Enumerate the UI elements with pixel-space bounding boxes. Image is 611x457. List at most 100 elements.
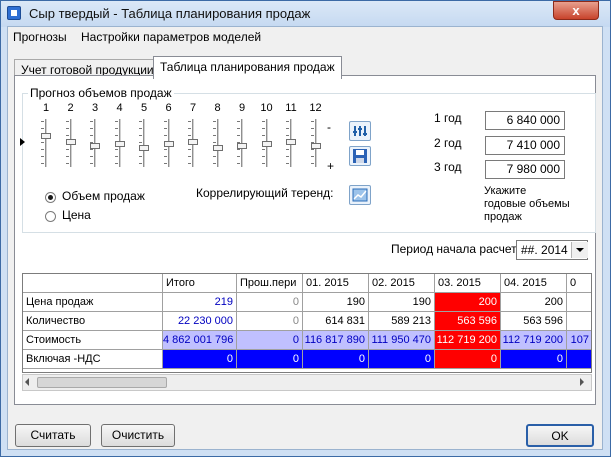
- table-cell[interactable]: 0: [163, 350, 237, 369]
- table-cell[interactable]: 190: [369, 293, 435, 312]
- calculate-button[interactable]: Считать: [15, 424, 91, 447]
- scroll-right-icon[interactable]: [580, 378, 584, 386]
- table-cell[interactable]: 563 596: [501, 312, 567, 331]
- table-cell[interactable]: 4 862 001 796: [163, 331, 237, 350]
- sales-table: Итого Прош.пери 01. 2015 02. 2015 03. 2015 04…: [22, 273, 592, 373]
- slider-thumb[interactable]: [310, 143, 321, 149]
- table-cell[interactable]: 614 831: [303, 312, 369, 331]
- table-cell[interactable]: [567, 312, 591, 331]
- table-cell[interactable]: 112 719 200: [435, 331, 501, 350]
- year1-label: 1 год: [434, 111, 462, 125]
- year2-label: 2 год: [434, 136, 462, 150]
- pointer-arrow-icon: [20, 138, 25, 146]
- row-header: Количество: [23, 312, 163, 331]
- save-button[interactable]: [349, 146, 371, 166]
- table-cell[interactable]: 107: [567, 331, 591, 350]
- month-number: 1: [42, 102, 50, 114]
- slider-thumb[interactable]: [90, 143, 100, 149]
- table-cell[interactable]: 0: [435, 350, 501, 369]
- table-cell[interactable]: 200: [501, 293, 567, 312]
- month-number: 8: [214, 102, 221, 114]
- table-cell[interactable]: 22 230 000: [163, 312, 237, 331]
- slider-thumb[interactable]: [41, 133, 51, 139]
- minus-sign: -: [327, 120, 331, 134]
- table-cell[interactable]: 0: [369, 350, 435, 369]
- table-cell[interactable]: 0: [237, 312, 303, 331]
- table-cell[interactable]: 563 596: [435, 312, 501, 331]
- scroll-thumb[interactable]: [37, 377, 167, 388]
- month-number: 6: [165, 102, 172, 114]
- month-slider[interactable]: [212, 119, 223, 167]
- month-number: 3: [91, 102, 99, 114]
- year3-label: 3 год: [434, 160, 462, 174]
- month-slider[interactable]: [114, 119, 125, 167]
- month-slider[interactable]: [237, 119, 247, 167]
- save-icon: [353, 149, 367, 163]
- month-slider[interactable]: [261, 119, 272, 167]
- slider-thumb[interactable]: [139, 145, 149, 151]
- slider-thumb[interactable]: [163, 141, 174, 147]
- column-header: 04. 2015: [501, 274, 567, 293]
- year2-field[interactable]: 7 410 000: [485, 136, 565, 155]
- year1-field[interactable]: 6 840 000: [485, 111, 565, 130]
- month-number: 11: [285, 102, 297, 114]
- tab-sales-planning[interactable]: Таблица планирования продаж: [153, 56, 342, 79]
- table-cell[interactable]: 190: [303, 293, 369, 312]
- table-cell[interactable]: 589 213: [369, 312, 435, 331]
- column-header: Прош.пери: [237, 274, 303, 293]
- slider-thumb[interactable]: [114, 141, 125, 147]
- menu-model-settings[interactable]: Настройки параметров моделей: [81, 30, 261, 44]
- menu-forecasts[interactable]: Прогнозы: [13, 30, 67, 44]
- clear-button[interactable]: Очистить: [101, 424, 175, 447]
- chart-icon: [352, 188, 368, 202]
- table-cell[interactable]: 116 817 890: [303, 331, 369, 350]
- table-cell[interactable]: 0: [501, 350, 567, 369]
- month-number: 12: [309, 102, 322, 114]
- scroll-left-icon[interactable]: [25, 378, 29, 386]
- month-number: 4: [116, 102, 123, 114]
- table-cell[interactable]: 0: [237, 293, 303, 312]
- slider-thumb[interactable]: [237, 143, 247, 149]
- client-area: Прогнозы Настройки параметров моделей Уч…: [7, 26, 603, 450]
- year3-field[interactable]: 7 980 000: [485, 160, 565, 179]
- row-header: Стоимость: [23, 331, 163, 350]
- price-radio[interactable]: [45, 211, 56, 222]
- table-cell[interactable]: 111 950 470: [369, 331, 435, 350]
- month-slider[interactable]: [286, 119, 296, 167]
- chevron-down-icon[interactable]: [571, 242, 588, 258]
- column-header: Итого: [163, 274, 237, 293]
- apply-sliders-button[interactable]: [349, 121, 371, 141]
- month-slider[interactable]: [139, 119, 149, 167]
- ok-button[interactable]: OK: [526, 424, 594, 447]
- table-corner: [23, 274, 163, 293]
- row-header: Цена продаж: [23, 293, 163, 312]
- sliders-icon: [353, 126, 367, 136]
- years-hint: Укажите годовые объемы продаж: [484, 185, 570, 223]
- month-slider[interactable]: [310, 119, 321, 167]
- period-select[interactable]: ##. 2014: [516, 240, 588, 260]
- table-cell[interactable]: 0: [237, 350, 303, 369]
- table-cell[interactable]: 219: [163, 293, 237, 312]
- close-button[interactable]: x: [553, 1, 599, 20]
- table-cell[interactable]: 200: [435, 293, 501, 312]
- month-slider[interactable]: [188, 119, 198, 167]
- trend-chart-button[interactable]: [349, 185, 371, 205]
- slider-thumb[interactable]: [65, 139, 76, 145]
- horizontal-scrollbar[interactable]: [22, 374, 592, 391]
- slider-thumb[interactable]: [286, 139, 296, 145]
- month-slider[interactable]: [90, 119, 100, 167]
- month-number: 10: [260, 102, 273, 114]
- table-cell[interactable]: 0: [303, 350, 369, 369]
- slider-thumb[interactable]: [188, 139, 198, 145]
- slider-thumb[interactable]: [261, 141, 272, 147]
- slider-thumb[interactable]: [212, 145, 223, 151]
- period-value: ##. 2014: [521, 243, 568, 257]
- volume-radio[interactable]: [45, 192, 56, 203]
- month-slider[interactable]: [65, 119, 76, 167]
- table-cell[interactable]: [567, 293, 591, 312]
- month-slider[interactable]: [41, 119, 51, 167]
- month-slider[interactable]: [163, 119, 174, 167]
- table-cell[interactable]: [567, 350, 591, 369]
- table-cell[interactable]: 112 719 200: [501, 331, 567, 350]
- table-cell[interactable]: 0: [237, 331, 303, 350]
